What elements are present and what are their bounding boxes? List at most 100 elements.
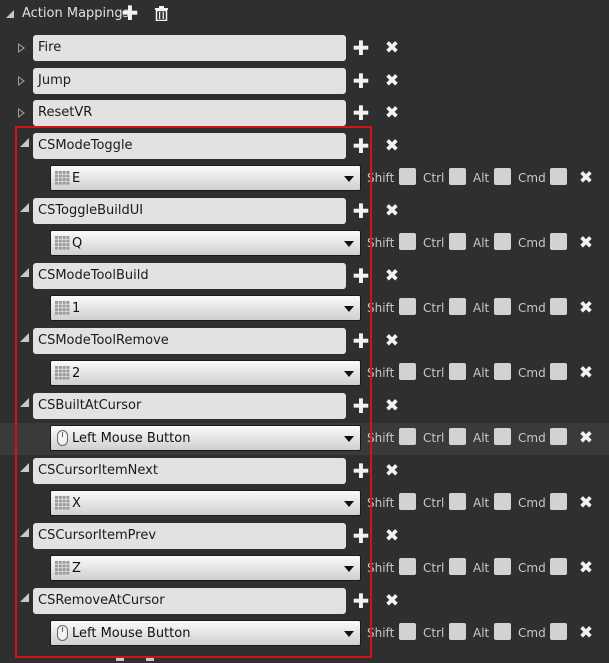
add-key-button[interactable]: ✚: [353, 103, 370, 123]
key-selector-dropdown[interactable]: 2: [50, 360, 361, 386]
remove-key-button[interactable]: ✖: [578, 235, 594, 252]
mapping-row: ResetVR ✚ ✖: [0, 97, 609, 129]
collapse-arrow-icon[interactable]: [20, 138, 29, 147]
expand-arrow-icon[interactable]: [18, 43, 25, 53]
add-key-button[interactable]: ✚: [353, 396, 370, 416]
key-value: Q: [72, 236, 83, 251]
shift-checkbox[interactable]: [399, 428, 416, 445]
mapping-name-field[interactable]: CSToggleBuildUI: [33, 198, 346, 224]
shift-checkbox[interactable]: [399, 493, 416, 510]
ctrl-label: Ctrl: [423, 171, 445, 185]
add-key-button[interactable]: ✚: [353, 526, 370, 546]
add-key-button[interactable]: ✚: [353, 461, 370, 481]
alt-checkbox[interactable]: [494, 558, 511, 575]
alt-checkbox[interactable]: [494, 623, 511, 640]
mapping-name-field[interactable]: CSModeToolBuild: [33, 263, 346, 289]
remove-mapping-button[interactable]: ✖: [384, 73, 400, 90]
mapping-name-field[interactable]: CSBuiltAtCursor: [33, 393, 346, 419]
remove-mapping-button[interactable]: ✖: [384, 268, 400, 285]
remove-mapping-button[interactable]: ✖: [384, 40, 400, 57]
expand-arrow-icon[interactable]: [18, 108, 25, 118]
key-selector-dropdown[interactable]: Left Mouse Button: [50, 620, 361, 646]
remove-key-button[interactable]: ✖: [578, 430, 594, 447]
alt-checkbox[interactable]: [494, 493, 511, 510]
mapping-name-field[interactable]: Jump: [33, 68, 346, 94]
collapse-arrow-icon[interactable]: [20, 398, 29, 407]
collapse-arrow-icon[interactable]: [20, 203, 29, 212]
collapse-arrow-icon[interactable]: [20, 268, 29, 277]
remove-mapping-button[interactable]: ✖: [384, 463, 400, 480]
remove-mapping-button[interactable]: ✖: [384, 398, 400, 415]
ctrl-checkbox[interactable]: [449, 623, 466, 640]
cmd-checkbox[interactable]: [550, 558, 567, 575]
shift-checkbox[interactable]: [399, 623, 416, 640]
shift-checkbox[interactable]: [399, 558, 416, 575]
shift-checkbox[interactable]: [399, 233, 416, 250]
key-selector-dropdown[interactable]: 1: [50, 295, 361, 321]
remove-mapping-button[interactable]: ✖: [384, 203, 400, 220]
ctrl-checkbox[interactable]: [449, 493, 466, 510]
ctrl-checkbox[interactable]: [449, 298, 466, 315]
remove-mapping-button[interactable]: ✖: [384, 105, 400, 122]
shift-label: Shift: [367, 171, 395, 185]
alt-label: Alt: [473, 561, 490, 575]
remove-mapping-button[interactable]: ✖: [384, 528, 400, 545]
alt-checkbox[interactable]: [494, 428, 511, 445]
add-key-button[interactable]: ✚: [353, 331, 370, 351]
key-selector-dropdown[interactable]: Z: [50, 555, 361, 581]
alt-checkbox[interactable]: [494, 233, 511, 250]
remove-mapping-button[interactable]: ✖: [384, 593, 400, 610]
remove-key-button[interactable]: ✖: [578, 495, 594, 512]
mapping-name-field[interactable]: CSModeToolRemove: [33, 328, 346, 354]
shift-checkbox[interactable]: [399, 168, 416, 185]
alt-checkbox[interactable]: [494, 168, 511, 185]
collapse-arrow-icon[interactable]: [20, 333, 29, 342]
remove-key-button[interactable]: ✖: [578, 300, 594, 317]
collapse-arrow-icon[interactable]: [20, 463, 29, 472]
ctrl-checkbox[interactable]: [449, 363, 466, 380]
remove-key-button[interactable]: ✖: [578, 170, 594, 187]
cmd-checkbox[interactable]: [550, 298, 567, 315]
cmd-checkbox[interactable]: [550, 493, 567, 510]
ctrl-checkbox[interactable]: [449, 168, 466, 185]
mapping-name-field[interactable]: CSCursorItemPrev: [33, 523, 346, 549]
cmd-checkbox[interactable]: [550, 168, 567, 185]
add-key-button[interactable]: ✚: [353, 136, 370, 156]
remove-key-button[interactable]: ✖: [578, 365, 594, 382]
mapping-name-field[interactable]: CSModeToggle: [33, 133, 346, 159]
cmd-checkbox[interactable]: [550, 428, 567, 445]
cmd-checkbox[interactable]: [550, 623, 567, 640]
cmd-checkbox[interactable]: [550, 363, 567, 380]
remove-key-button[interactable]: ✖: [578, 625, 594, 642]
add-key-button[interactable]: ✚: [353, 38, 370, 58]
add-key-button[interactable]: ✚: [353, 201, 370, 221]
delete-all-button[interactable]: [153, 5, 169, 21]
key-selector-dropdown[interactable]: E: [50, 165, 361, 191]
collapse-arrow-icon[interactable]: [20, 593, 29, 602]
mapping-name-field[interactable]: ResetVR: [33, 100, 346, 126]
collapse-arrow-icon[interactable]: [20, 528, 29, 537]
ctrl-checkbox[interactable]: [449, 233, 466, 250]
ctrl-checkbox[interactable]: [449, 428, 466, 445]
expand-arrow-icon[interactable]: [6, 10, 14, 18]
shift-checkbox[interactable]: [399, 363, 416, 380]
remove-mapping-button[interactable]: ✖: [384, 138, 400, 155]
mapping-name-field[interactable]: CSRemoveAtCursor: [33, 588, 346, 614]
key-selector-dropdown[interactable]: Left Mouse Button: [50, 425, 361, 451]
add-key-button[interactable]: ✚: [353, 266, 370, 286]
add-mapping-button[interactable]: ✚: [122, 3, 139, 23]
ctrl-checkbox[interactable]: [449, 558, 466, 575]
expand-arrow-icon[interactable]: [18, 76, 25, 86]
mapping-name-field[interactable]: Fire: [33, 35, 346, 61]
alt-checkbox[interactable]: [494, 298, 511, 315]
key-selector-dropdown[interactable]: X: [50, 490, 361, 516]
cmd-checkbox[interactable]: [550, 233, 567, 250]
add-key-button[interactable]: ✚: [353, 71, 370, 91]
remove-mapping-button[interactable]: ✖: [384, 333, 400, 350]
add-key-button[interactable]: ✚: [353, 591, 370, 611]
key-selector-dropdown[interactable]: Q: [50, 230, 361, 256]
mapping-name-field[interactable]: CSCursorItemNext: [33, 458, 346, 484]
alt-checkbox[interactable]: [494, 363, 511, 380]
shift-checkbox[interactable]: [399, 298, 416, 315]
remove-key-button[interactable]: ✖: [578, 560, 594, 577]
